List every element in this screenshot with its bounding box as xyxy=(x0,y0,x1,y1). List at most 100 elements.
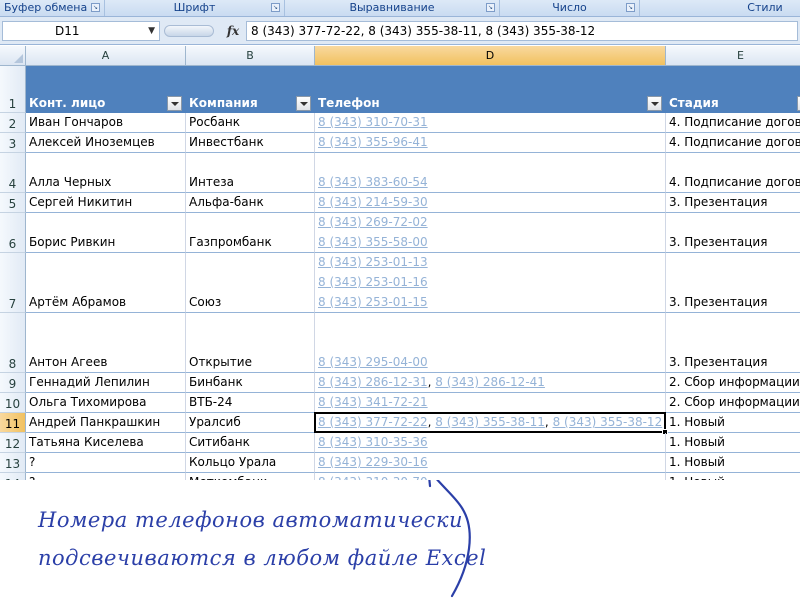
table-cell[interactable]: 1. Новый xyxy=(666,453,800,473)
phone-link[interactable]: 8 (343) 355-38-12 xyxy=(553,415,663,429)
dialog-launcher-icon[interactable]: ↘ xyxy=(271,3,280,12)
insert-function-button[interactable]: fx xyxy=(222,21,244,41)
phone-link[interactable]: 8 (343) 229-30-16 xyxy=(318,455,428,469)
table-cell[interactable]: Газпромбанк xyxy=(186,213,315,253)
phone-link[interactable]: 8 (343) 286-12-31 xyxy=(318,375,428,389)
chevron-down-icon[interactable]: ▼ xyxy=(148,22,155,40)
table-cell[interactable]: 3. Презентация xyxy=(666,313,800,373)
phone-link[interactable]: 8 (343) 383-60-54 xyxy=(318,175,428,189)
table-cell[interactable]: Сергей Никитин xyxy=(26,193,186,213)
name-box[interactable]: D11 ▼ xyxy=(2,21,160,41)
table-cell[interactable]: 2. Сбор информации xyxy=(666,393,800,413)
table-cell[interactable]: 3. Презентация xyxy=(666,213,800,253)
table-header-cell[interactable]: Компания xyxy=(186,66,315,113)
table-cell[interactable]: ? xyxy=(26,453,186,473)
table-cell[interactable]: Бинбанк xyxy=(186,373,315,393)
dialog-launcher-icon[interactable]: ↘ xyxy=(486,3,495,12)
table-cell[interactable]: Геннадий Лепилин xyxy=(26,373,186,393)
column-header-b[interactable]: B xyxy=(186,46,315,66)
table-cell[interactable]: ? xyxy=(26,473,186,480)
phone-link[interactable]: 8 (343) 310-35-36 xyxy=(318,435,428,449)
row-header-3[interactable]: 3 xyxy=(0,133,26,153)
column-header-e[interactable]: E xyxy=(666,46,800,66)
row-header-13[interactable]: 13 xyxy=(0,453,26,473)
ribbon-group-number[interactable]: Число ↘ xyxy=(500,0,640,16)
row-header-2[interactable]: 2 xyxy=(0,113,26,133)
table-cell[interactable]: Интеза xyxy=(186,153,315,193)
ribbon-group-clipboard[interactable]: Буфер обмена ↘ xyxy=(0,0,105,16)
table-cell[interactable]: 8 (343) 310-30-70 xyxy=(315,473,666,480)
table-cell[interactable]: Ситибанк xyxy=(186,433,315,453)
select-all-button[interactable] xyxy=(0,46,26,66)
phone-link[interactable]: 8 (343) 214-59-30 xyxy=(318,195,428,209)
table-cell[interactable]: Артём Абрамов xyxy=(26,253,186,313)
table-cell[interactable]: 8 (343) 286-12-31, 8 (343) 286-12-41 xyxy=(315,373,666,393)
table-cell[interactable]: 8 (343) 253-01-13 8 (343) 253-01-16 8 (343… xyxy=(315,253,666,313)
table-cell[interactable]: 3. Презентация xyxy=(666,253,800,313)
formula-bar-resize-handle[interactable] xyxy=(164,25,214,37)
table-cell[interactable]: Андрей Панкрашкин xyxy=(26,413,186,433)
worksheet-grid[interactable]: A B D E 1 Конт. лицо Компания Телефон Стадия 2 Ива… xyxy=(0,46,800,480)
table-cell[interactable]: 1. Новый xyxy=(666,433,800,453)
phone-link[interactable]: 8 (343) 377-72-22 xyxy=(318,415,428,429)
ribbon-group-font[interactable]: Шрифт ↘ xyxy=(105,0,285,16)
filter-dropdown-icon[interactable] xyxy=(647,96,662,111)
phone-link[interactable]: 8 (343) 310-70-31 xyxy=(318,115,428,129)
table-cell[interactable]: Уралсиб xyxy=(186,413,315,433)
table-cell[interactable]: Альфа-банк xyxy=(186,193,315,213)
ribbon-group-styles[interactable]: Стили xyxy=(640,0,800,16)
row-header-11[interactable]: 11 xyxy=(0,413,26,433)
table-cell[interactable]: Ольга Тихомирова xyxy=(26,393,186,413)
row-header-7[interactable]: 7 xyxy=(0,253,26,313)
column-header-a[interactable]: A xyxy=(26,46,186,66)
dialog-launcher-icon[interactable]: ↘ xyxy=(91,3,100,12)
phone-link[interactable]: 8 (343) 355-96-41 xyxy=(318,135,428,149)
table-cell[interactable]: 8 (343) 383-60-54 xyxy=(315,153,666,193)
table-cell[interactable]: 4. Подписание догов xyxy=(666,153,800,193)
row-header-5[interactable]: 5 xyxy=(0,193,26,213)
table-cell[interactable]: 1. Новый xyxy=(666,473,800,480)
row-header-1[interactable]: 1 xyxy=(0,66,26,113)
phone-link[interactable]: 8 (343) 253-01-13 xyxy=(318,255,428,269)
table-cell[interactable]: Алексей Иноземцев xyxy=(26,133,186,153)
ribbon-group-alignment[interactable]: Выравнивание ↘ xyxy=(285,0,500,16)
filter-dropdown-icon[interactable] xyxy=(167,96,182,111)
row-header-9[interactable]: 9 xyxy=(0,373,26,393)
table-cell[interactable]: 3. Презентация xyxy=(666,193,800,213)
row-header-14[interactable]: 14 xyxy=(0,473,26,480)
dialog-launcher-icon[interactable]: ↘ xyxy=(626,3,635,12)
table-cell[interactable]: 8 (343) 229-30-16 xyxy=(315,453,666,473)
phone-link[interactable]: 8 (343) 295-04-00 xyxy=(318,355,428,369)
table-cell[interactable]: 4. Подписание догов xyxy=(666,133,800,153)
filter-dropdown-icon[interactable] xyxy=(296,96,311,111)
phone-link[interactable]: 8 (343) 341-72-21 xyxy=(318,395,428,409)
row-header-6[interactable]: 6 xyxy=(0,213,26,253)
table-cell[interactable]: Алла Черных xyxy=(26,153,186,193)
table-cell[interactable]: 8 (343) 341-72-21 xyxy=(315,393,666,413)
table-cell[interactable]: ВТБ-24 xyxy=(186,393,315,413)
table-cell[interactable]: 8 (343) 310-70-31 xyxy=(315,113,666,133)
phone-link[interactable]: 8 (343) 253-01-15 xyxy=(318,295,428,309)
formula-input[interactable]: 8 (343) 377-72-22, 8 (343) 355-38-11, 8 … xyxy=(246,21,798,41)
row-header-4[interactable]: 4 xyxy=(0,153,26,193)
table-cell[interactable]: 8 (343) 310-35-36 xyxy=(315,433,666,453)
table-cell[interactable]: 1. Новый xyxy=(666,413,800,433)
table-cell[interactable]: Иван Гончаров xyxy=(26,113,186,133)
table-header-cell[interactable]: Стадия xyxy=(666,66,800,113)
table-cell[interactable]: Открытие xyxy=(186,313,315,373)
phone-link[interactable]: 8 (343) 286-12-41 xyxy=(435,375,545,389)
table-cell[interactable]: 8 (343) 214-59-30 xyxy=(315,193,666,213)
column-header-d[interactable]: D xyxy=(315,46,666,66)
table-cell[interactable]: 8 (343) 295-04-00 xyxy=(315,313,666,373)
table-cell[interactable]: Инвестбанк xyxy=(186,133,315,153)
row-header-12[interactable]: 12 xyxy=(0,433,26,453)
row-header-10[interactable]: 10 xyxy=(0,393,26,413)
table-cell[interactable]: 2. Сбор информации xyxy=(666,373,800,393)
phone-link[interactable]: 8 (343) 355-38-11 xyxy=(435,415,545,429)
table-cell[interactable]: Борис Ривкин xyxy=(26,213,186,253)
phone-link[interactable]: 8 (343) 269-72-02 xyxy=(318,215,428,229)
table-cell[interactable]: 8 (343) 377-72-22, 8 (343) 355-38-11, 8 … xyxy=(315,413,666,433)
table-header-cell[interactable]: Конт. лицо xyxy=(26,66,186,113)
table-cell[interactable]: Росбанк xyxy=(186,113,315,133)
table-cell[interactable]: 8 (343) 269-72-02 8 (343) 355-58-00 xyxy=(315,213,666,253)
